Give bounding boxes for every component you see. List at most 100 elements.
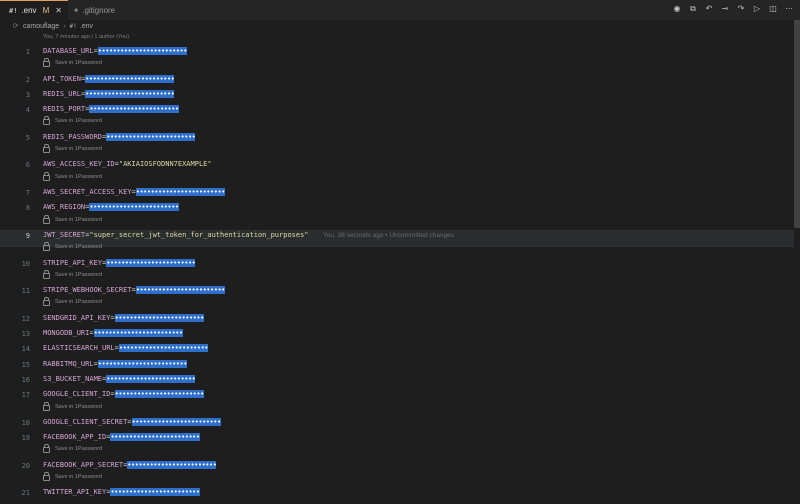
history-forward-icon[interactable]: ↷ (736, 4, 746, 14)
line-number: 11 (21, 287, 30, 295)
lock-icon (43, 297, 50, 306)
save-in-1password-hint[interactable]: Save in 1Password (43, 116, 102, 125)
masked-secret-value[interactable]: •••••••••••••••••••••••• (85, 75, 175, 83)
masked-secret-value[interactable]: •••••••••••••••••••••••• (135, 188, 225, 196)
code-line[interactable]: REDIS_URL=•••••••••••••••••••••••• (43, 90, 175, 99)
masked-secret-value[interactable]: •••••••••••••••••••••••• (89, 105, 179, 113)
env-key: FACEBOOK_APP_SECRET (43, 461, 124, 469)
hint-label: Save in 1Password (55, 446, 103, 452)
code-line[interactable]: API_TOKEN=•••••••••••••••••••••••• (43, 75, 175, 84)
masked-secret-value[interactable]: •••••••••••••••••••••••• (97, 47, 187, 55)
tab-gitignore[interactable]: ◈ .gitignore (68, 0, 140, 20)
code-line[interactable]: RABBITMQ_URL=•••••••••••••••••••••••• (43, 360, 187, 369)
line-number: 14 (21, 345, 30, 353)
lock-icon (43, 215, 50, 224)
line-number: 17 (21, 391, 30, 399)
eye-icon[interactable]: ◉ (672, 4, 682, 14)
code-line[interactable]: TWITTER_API_KEY=•••••••••••••••••••••••• (43, 488, 200, 497)
line-number: 19 (21, 434, 30, 442)
history-back-icon[interactable]: ↶ (704, 4, 714, 14)
code-line[interactable]: AWS_SECRET_ACCESS_KEY=••••••••••••••••••… (43, 188, 225, 197)
save-in-1password-hint[interactable]: Save in 1Password (43, 444, 103, 453)
code-line[interactable]: FACEBOOK_APP_SECRET=••••••••••••••••••••… (43, 461, 217, 470)
hint-label: Save in 1Password (55, 146, 103, 152)
masked-secret-value[interactable]: •••••••••••••••••••••••• (135, 286, 225, 294)
hint-label: Save in 1Password (55, 174, 103, 180)
breadcrumb-file[interactable]: .env (80, 23, 93, 30)
refresh-icon[interactable]: ⟳ (10, 22, 21, 30)
lock-icon (43, 270, 50, 279)
tab-bar: #! .env M ✕ ◈ .gitignore ◉ ⧉ ↶ ⊸ ↷ ▷ ◫ ⋯ (0, 0, 800, 20)
tab-env[interactable]: #! .env M ✕ (0, 0, 68, 20)
code-line[interactable]: GOOGLE_CLIENT_ID=•••••••••••••••••••••••… (43, 390, 204, 399)
scrollbar[interactable] (794, 20, 800, 228)
save-in-1password-hint[interactable]: Save in 1Password (43, 472, 103, 481)
code-line[interactable]: REDIS_PASSWORD=•••••••••••••••••••••••• (43, 133, 196, 142)
equals-sign: = (89, 329, 94, 337)
code-line[interactable]: REDIS_PORT=•••••••••••••••••••••••• (43, 105, 179, 114)
code-line[interactable]: STRIPE_WEBHOOK_SECRET=••••••••••••••••••… (43, 286, 225, 295)
code-line[interactable]: JWT_SECRET="super_secret_jwt_token_for_a… (43, 231, 309, 240)
masked-secret-value[interactable]: •••••••••••••••••••••••• (89, 203, 179, 211)
masked-secret-value[interactable]: •••••••••••••••••••••••• (131, 418, 221, 426)
editor-toolbar: ◉ ⧉ ↶ ⊸ ↷ ▷ ◫ ⋯ (672, 4, 794, 14)
lock-icon (43, 242, 50, 251)
env-key: MONGODB_URI (43, 329, 90, 337)
masked-secret-value[interactable]: •••••••••••••••••••••••• (110, 433, 200, 441)
more-actions-icon[interactable]: ⋯ (784, 4, 794, 14)
open-changes-icon[interactable]: ⧉ (688, 4, 698, 14)
masked-secret-value[interactable]: •••••••••••••••••••••••• (85, 90, 175, 98)
code-line[interactable]: MONGODB_URI=•••••••••••••••••••••••• (43, 329, 183, 338)
masked-secret-value[interactable]: •••••••••••••••••••••••• (114, 390, 204, 398)
save-in-1password-hint[interactable]: Save in 1Password (43, 172, 103, 181)
save-in-1password-hint[interactable]: Save in 1Password (43, 215, 103, 224)
code-line[interactable]: S3_BUCKET_NAME=•••••••••••••••••••••••• (43, 375, 196, 384)
hint-label: Save in 1Password (55, 404, 103, 410)
code-line[interactable]: AWS_REGION=•••••••••••••••••••••••• (43, 203, 179, 212)
breadcrumb-folder[interactable]: camouflage (23, 23, 59, 30)
env-key: REDIS_PORT (43, 105, 86, 113)
hint-label: Save in 1Password (55, 474, 103, 480)
close-icon[interactable]: ✕ (55, 6, 62, 15)
lock-icon (43, 144, 50, 153)
line-number: 18 (21, 419, 30, 427)
line-number: 4 (25, 106, 30, 114)
env-key: STRIPE_API_KEY (43, 259, 103, 267)
lock-icon (43, 402, 50, 411)
run-icon[interactable]: ▷ (752, 4, 762, 14)
git-commit-icon[interactable]: ⊸ (720, 4, 730, 14)
masked-secret-value[interactable]: •••••••••••••••••••••••• (106, 375, 196, 383)
hint-label: Save in 1Password (55, 217, 103, 223)
save-in-1password-hint[interactable]: Save in 1Password (43, 242, 102, 251)
save-in-1password-hint[interactable]: Save in 1Password (43, 58, 102, 67)
masked-secret-value[interactable]: •••••••••••••••••••••••• (93, 329, 183, 337)
code-line[interactable]: GOOGLE_CLIENT_SECRET=•••••••••••••••••••… (43, 418, 221, 427)
env-key: SENDGRID_API_KEY (43, 314, 111, 322)
masked-secret-value[interactable]: •••••••••••••••••••••••• (106, 133, 196, 141)
save-in-1password-hint[interactable]: Save in 1Password (43, 297, 102, 306)
env-key: RABBITMQ_URL (43, 360, 94, 368)
masked-secret-value[interactable]: •••••••••••••••••••••••• (110, 488, 200, 496)
masked-secret-value[interactable]: •••••••••••••••••••••••• (127, 461, 217, 469)
code-line[interactable]: DATABASE_URL=•••••••••••••••••••••••• (43, 47, 187, 56)
masked-secret-value[interactable]: •••••••••••••••••••••••• (114, 314, 204, 322)
save-in-1password-hint[interactable]: Save in 1Password (43, 402, 103, 411)
save-in-1password-hint[interactable]: Save in 1Password (43, 144, 103, 153)
code-line[interactable]: AWS_ACCESS_KEY_ID="AKIAIOSFODNN7EXAMPLE" (43, 160, 212, 169)
code-line[interactable]: SENDGRID_API_KEY=•••••••••••••••••••••••… (43, 314, 204, 323)
code-line[interactable]: STRIPE_API_KEY=•••••••••••••••••••••••• (43, 259, 196, 268)
line-number: 12 (21, 315, 30, 323)
codelens-blame[interactable]: You, 7 minutes ago | 1 author (You) (43, 34, 129, 40)
split-editor-icon[interactable]: ◫ (768, 4, 778, 14)
line-number: 10 (21, 260, 30, 268)
code-line[interactable]: FACEBOOK_APP_ID=•••••••••••••••••••••••• (43, 433, 200, 442)
modified-indicator: M (42, 6, 50, 15)
masked-secret-value[interactable]: •••••••••••••••••••••••• (118, 344, 209, 352)
masked-secret-value[interactable]: •••••••••••••••••••••••• (106, 259, 196, 267)
save-in-1password-hint[interactable]: Save in 1Password (43, 270, 102, 279)
code-line[interactable]: ELASTICSEARCH_URL=••••••••••••••••••••••… (43, 344, 209, 353)
masked-secret-value[interactable]: •••••••••••••••••••••••• (97, 360, 187, 368)
env-key: REDIS_PASSWORD (43, 133, 103, 141)
line-number: 15 (21, 361, 30, 369)
editor: 1 DATABASE_URL=•••••••••••••••••••••••• Sa… (0, 0, 800, 504)
